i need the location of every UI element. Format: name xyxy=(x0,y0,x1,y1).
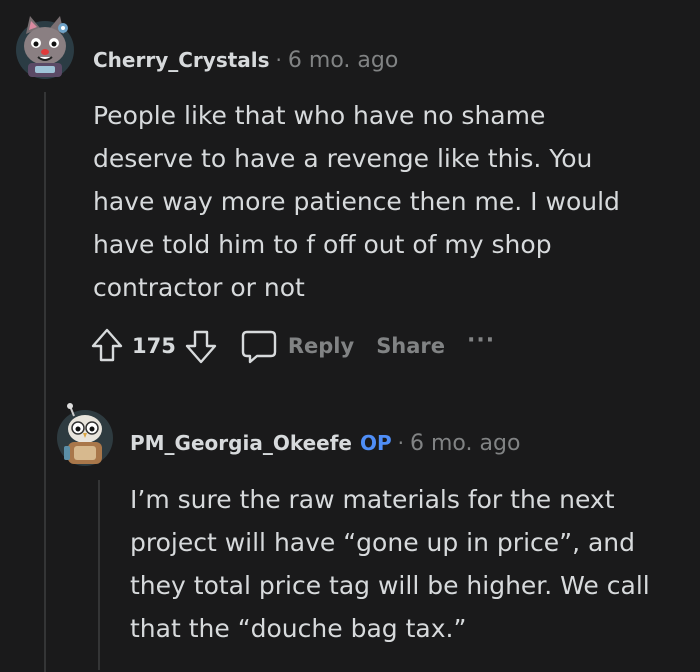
upvote-button[interactable] xyxy=(90,326,124,366)
body-line: have told him to f off out of my shop xyxy=(93,230,552,259)
downvote-icon xyxy=(185,330,217,364)
share-button[interactable]: Share xyxy=(376,334,445,358)
reply-label: Reply xyxy=(287,334,355,358)
body-line: I’m sure the raw materials for the next xyxy=(130,485,615,514)
comment-meta: Cherry_Crystals · 6 mo. ago xyxy=(93,48,398,73)
username[interactable]: PM_Georgia_Okeefe xyxy=(130,431,352,455)
body-line: People like that who have no shame xyxy=(93,101,546,130)
reply-thread-line[interactable] xyxy=(98,480,100,670)
op-badge: OP xyxy=(359,431,392,455)
username[interactable]: Cherry_Crystals xyxy=(93,48,270,72)
comment-body: I’m sure the raw materials for the next … xyxy=(130,478,690,650)
body-line: they total price tag will be higher. We … xyxy=(130,571,650,600)
comment-meta: PM_Georgia_Okeefe OP · 6 mo. ago xyxy=(130,431,520,456)
comment-actions: 175 Reply Share ··· xyxy=(90,326,495,366)
owl-avatar-icon xyxy=(57,403,113,466)
upvote-icon xyxy=(91,328,123,362)
cat-avatar-icon xyxy=(16,16,74,79)
timestamp[interactable]: 6 mo. ago xyxy=(410,431,520,456)
avatar[interactable] xyxy=(14,14,76,82)
body-line: project will have “gone up in price”, an… xyxy=(130,528,636,557)
downvote-button[interactable] xyxy=(184,326,218,366)
separator-dot: · xyxy=(275,48,282,72)
timestamp[interactable]: 6 mo. ago xyxy=(288,48,398,73)
vote-score: 175 xyxy=(132,334,176,358)
reply-button[interactable]: Reply xyxy=(240,326,354,366)
separator-dot: · xyxy=(397,431,405,455)
comment-bubble-icon xyxy=(241,330,277,364)
body-line: that the “douche bag tax.” xyxy=(130,614,467,643)
avatar[interactable] xyxy=(54,402,116,470)
body-line: deserve to have a revenge like this. You xyxy=(93,144,593,173)
more-options-button[interactable]: ··· xyxy=(467,328,495,359)
thread-line[interactable] xyxy=(44,92,46,672)
body-line: contractor or not xyxy=(93,273,305,302)
comment-body: People like that who have no shame deser… xyxy=(93,94,693,309)
body-line: have way more patience then me. I would xyxy=(93,187,620,216)
more-options-icon: ··· xyxy=(467,327,496,353)
share-label: Share xyxy=(376,334,446,358)
